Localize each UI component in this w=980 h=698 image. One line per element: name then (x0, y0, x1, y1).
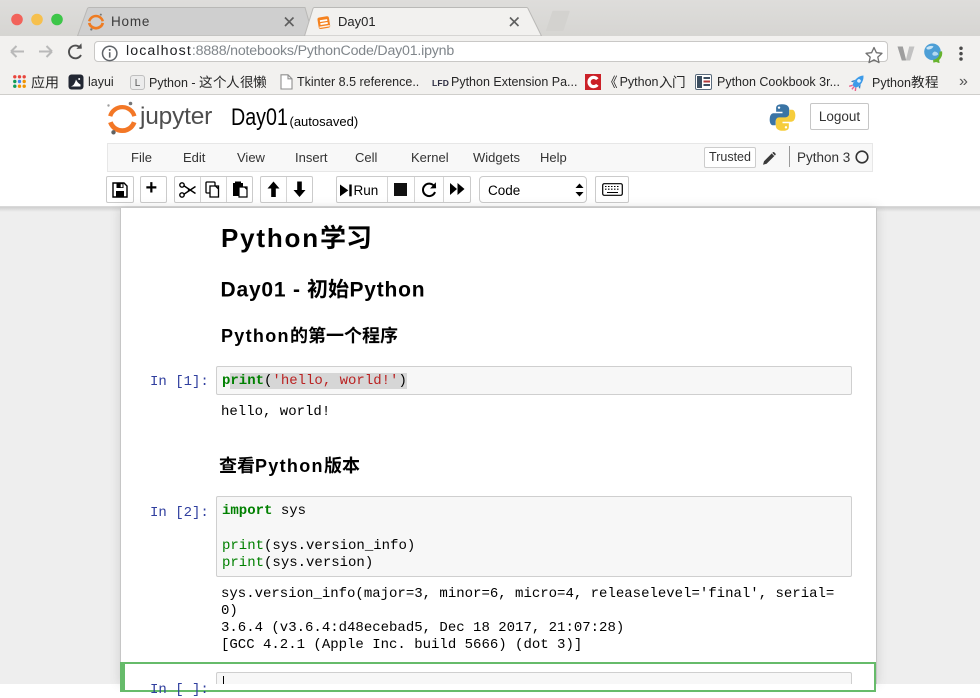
svg-text:L: L (135, 78, 141, 89)
